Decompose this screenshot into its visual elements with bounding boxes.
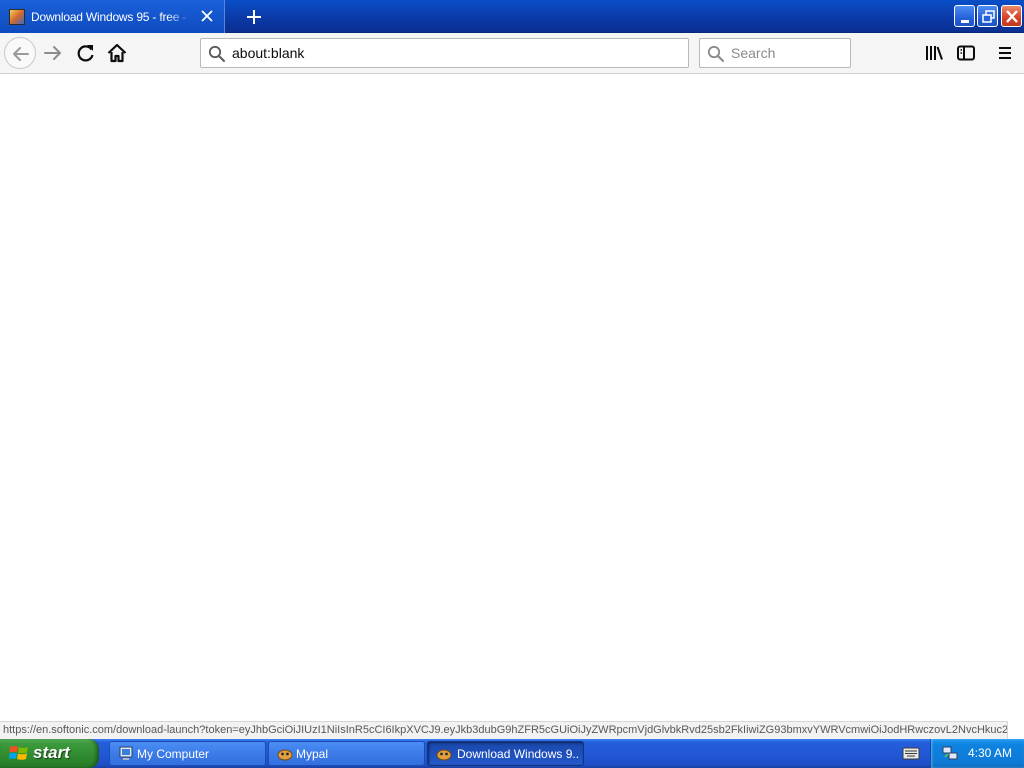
taskbar-item-label: Download Windows 9... bbox=[457, 747, 579, 761]
navigation-toolbar bbox=[0, 33, 1024, 74]
page-content[interactable] bbox=[0, 74, 1024, 721]
menu-button[interactable] bbox=[993, 41, 1017, 65]
mypal-icon bbox=[436, 749, 452, 761]
reload-icon bbox=[77, 45, 94, 62]
tab-title: Download Windows 95 - free - late bbox=[31, 9, 191, 24]
status-bar-url: https://en.softonic.com/download-launch?… bbox=[0, 721, 1008, 739]
address-input[interactable] bbox=[232, 44, 672, 62]
sidebar-button[interactable] bbox=[954, 41, 978, 65]
library-icon bbox=[926, 46, 943, 60]
keyboard-icon[interactable] bbox=[902, 745, 920, 761]
search-icon bbox=[707, 45, 724, 62]
start-label: start bbox=[33, 743, 70, 762]
new-tab-button[interactable] bbox=[244, 7, 264, 27]
taskbar-item-label: Mypal bbox=[296, 747, 329, 761]
home-icon bbox=[107, 43, 127, 63]
restore-button[interactable] bbox=[977, 5, 998, 27]
browser-titlebar: Download Windows 95 - free - late bbox=[0, 0, 1024, 33]
address-bar[interactable] bbox=[200, 38, 689, 68]
close-icon bbox=[1006, 10, 1018, 23]
taskbar-item-download-windows[interactable]: Download Windows 9... bbox=[427, 741, 584, 766]
minimize-button[interactable] bbox=[954, 5, 975, 27]
back-button[interactable] bbox=[4, 37, 36, 69]
softonic-favicon-icon bbox=[9, 8, 25, 25]
start-button[interactable]: start bbox=[0, 739, 99, 768]
taskbar-item-mypal[interactable]: Mypal bbox=[268, 741, 425, 766]
home-button[interactable] bbox=[105, 41, 129, 65]
close-icon[interactable] bbox=[200, 9, 214, 23]
taskbar-item-label: My Computer bbox=[137, 747, 210, 761]
windows-logo-icon bbox=[9, 746, 28, 760]
forward-button[interactable] bbox=[41, 41, 65, 65]
library-button[interactable] bbox=[922, 41, 946, 65]
arrow-left-icon bbox=[13, 47, 29, 61]
search-bar[interactable] bbox=[699, 38, 851, 68]
taskbar-item-my-computer[interactable]: My Computer bbox=[109, 741, 266, 766]
hamburger-menu-icon bbox=[999, 47, 1011, 59]
close-window-button[interactable] bbox=[1001, 5, 1022, 27]
computer-icon bbox=[119, 746, 133, 760]
browser-tab[interactable]: Download Windows 95 - free - late bbox=[0, 0, 225, 33]
sidebar-icon bbox=[957, 45, 975, 61]
clock[interactable]: 4:30 AM bbox=[968, 746, 1012, 760]
reload-button[interactable] bbox=[74, 41, 98, 65]
minimize-icon bbox=[961, 20, 969, 23]
arrow-right-icon bbox=[44, 46, 61, 60]
plus-icon bbox=[247, 10, 261, 24]
restore-icon bbox=[982, 10, 995, 23]
system-tray: 4:30 AM bbox=[930, 739, 1024, 768]
taskbar: start My Computer Mypal Download Windows… bbox=[0, 739, 1024, 768]
search-input[interactable] bbox=[731, 44, 843, 62]
search-icon bbox=[208, 45, 225, 62]
mypal-icon bbox=[277, 749, 293, 761]
network-icon bbox=[942, 746, 958, 760]
